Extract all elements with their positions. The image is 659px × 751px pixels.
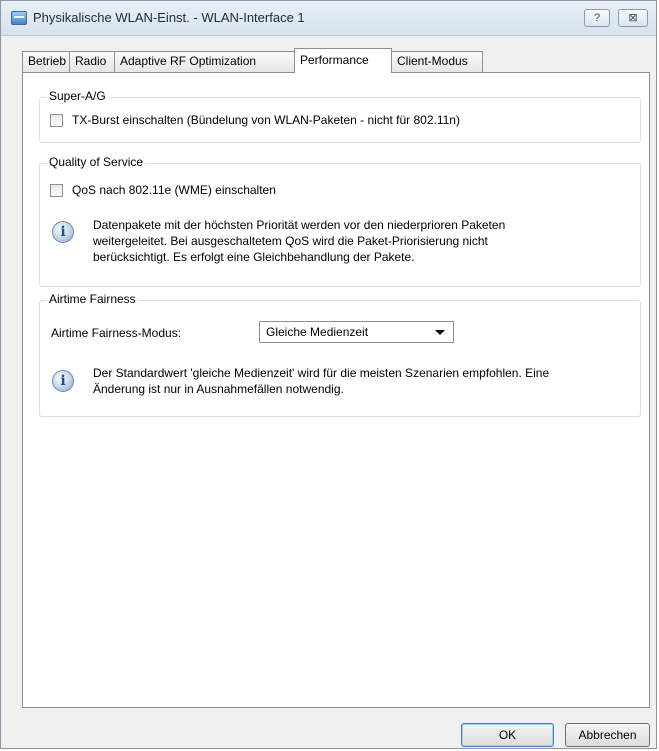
airtime-mode-select[interactable]: Gleiche Medienzeit bbox=[259, 321, 454, 343]
tab-radio[interactable]: Radio bbox=[69, 51, 115, 72]
cancel-button[interactable]: Abbrechen bbox=[565, 723, 650, 747]
dialog-window: Physikalische WLAN-Einst. - WLAN-Interfa… bbox=[0, 0, 657, 749]
airtime-fairness-group: Airtime Fairness Airtime Fairness-Modus:… bbox=[39, 292, 641, 417]
window-icon bbox=[11, 11, 27, 25]
tab-client-modus[interactable]: Client-Modus bbox=[391, 51, 483, 72]
title-bar[interactable]: Physikalische WLAN-Einst. - WLAN-Interfa… bbox=[1, 1, 656, 36]
super-ag-group: Super-A/G TX-Burst einschalten (Bündelun… bbox=[39, 89, 641, 143]
qos-info-line: Datenpakete mit der höchsten Priorität w… bbox=[93, 218, 506, 232]
info-icon: i bbox=[52, 370, 74, 392]
performance-panel: Super-A/G TX-Burst einschalten (Bündelun… bbox=[22, 72, 650, 708]
help-button[interactable]: ? bbox=[584, 9, 610, 27]
tab-performance[interactable]: Performance bbox=[294, 48, 392, 73]
qos-info-text: Datenpakete mit der höchsten Priorität w… bbox=[93, 217, 633, 265]
tab-betrieb[interactable]: Betrieb bbox=[22, 51, 70, 72]
window-title: Physikalische WLAN-Einst. - WLAN-Interfa… bbox=[33, 10, 305, 25]
close-button[interactable]: ⊠ bbox=[618, 9, 648, 27]
qos-group: Quality of Service QoS nach 802.11e (WME… bbox=[39, 155, 641, 287]
tab-adaptive-rf-optimization[interactable]: Adaptive RF Optimization bbox=[114, 51, 295, 72]
qos-info-line: weitergeleitet. Bei ausgeschaltetem QoS … bbox=[93, 234, 488, 248]
qos-info-line: berücksichtigt. Es erfolgt eine Gleichbe… bbox=[93, 250, 415, 264]
qos-wme-checkbox[interactable] bbox=[50, 184, 63, 197]
airtime-mode-label: Airtime Fairness-Modus: bbox=[51, 326, 182, 340]
ok-button[interactable]: OK bbox=[461, 723, 554, 747]
qos-wme-label[interactable]: QoS nach 802.11e (WME) einschalten bbox=[72, 183, 276, 197]
qos-title: Quality of Service bbox=[47, 155, 146, 169]
info-icon: i bbox=[52, 221, 74, 243]
txburst-label[interactable]: TX-Burst einschalten (Bündelung von WLAN… bbox=[72, 113, 460, 127]
txburst-checkbox[interactable] bbox=[50, 114, 63, 127]
airtime-fairness-title: Airtime Fairness bbox=[47, 292, 138, 306]
super-ag-title: Super-A/G bbox=[47, 89, 108, 103]
airtime-mode-value: Gleiche Medienzeit bbox=[266, 325, 369, 339]
airtime-info-line: Änderung ist nur in Ausnahmefällen notwe… bbox=[93, 382, 344, 396]
airtime-info-line: Der Standardwert 'gleiche Medienzeit' wi… bbox=[93, 366, 550, 380]
chevron-down-icon bbox=[435, 330, 445, 335]
airtime-info-text: Der Standardwert 'gleiche Medienzeit' wi… bbox=[93, 365, 638, 397]
